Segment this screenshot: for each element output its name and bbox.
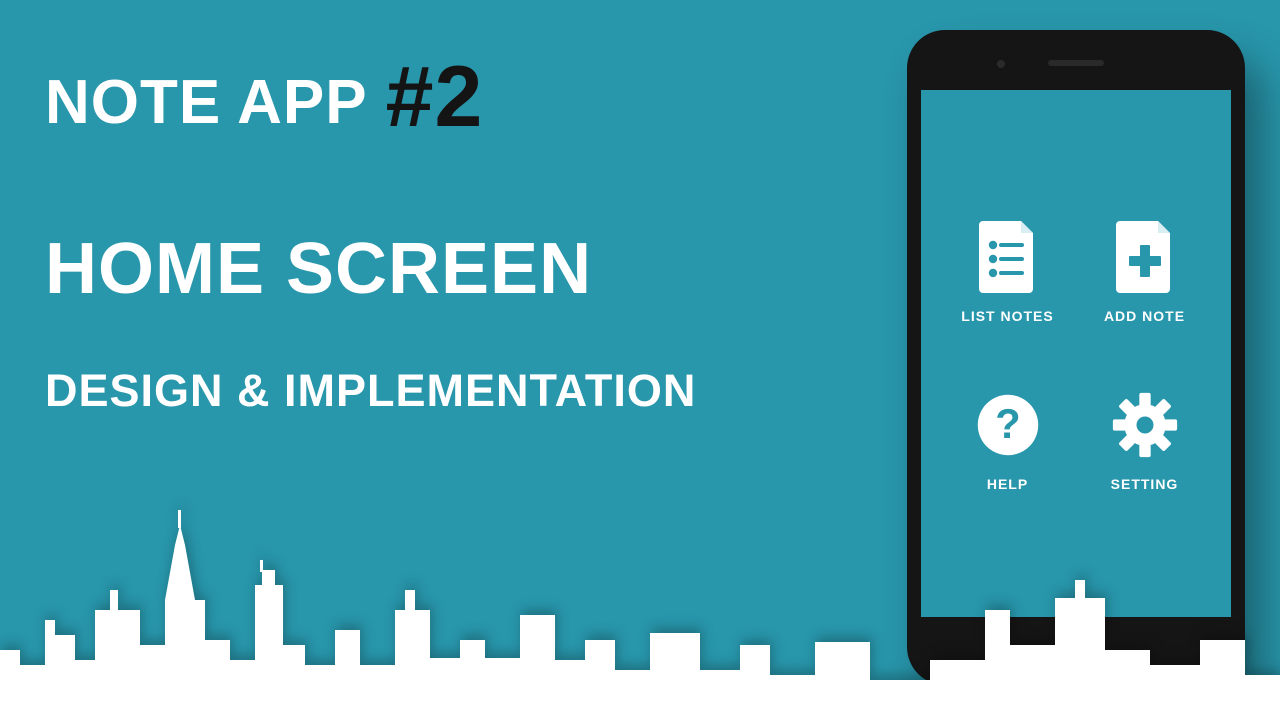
add-note-icon [1110,216,1180,298]
add-note-label: ADD NOTE [1104,308,1185,324]
list-notes-button[interactable]: LIST NOTES [948,216,1068,324]
list-notes-icon [973,216,1043,298]
title-line-2: HOME SCREEN [45,228,696,310]
title-line-3: DESIGN & IMPLEMENTATION [45,365,696,417]
gear-icon [1110,384,1180,466]
add-note-button[interactable]: ADD NOTE [1085,216,1205,324]
setting-button[interactable]: SETTING [1085,384,1205,492]
menu-row-1: LIST NOTES ADD NOTE [939,216,1213,324]
menu-row-2: ? HELP [939,384,1213,492]
title-number: #2 [386,63,484,132]
title-prefix: NOTE APP [45,67,368,138]
skyline-silhouette [0,490,1280,720]
title-block: NOTE APP #2 HOME SCREEN DESIGN & IMPLEME… [45,60,696,417]
svg-text:?: ? [995,400,1020,447]
list-notes-label: LIST NOTES [961,308,1053,324]
help-button[interactable]: ? HELP [948,384,1068,492]
title-line-1: NOTE APP #2 [45,60,696,138]
help-icon: ? [973,384,1043,466]
